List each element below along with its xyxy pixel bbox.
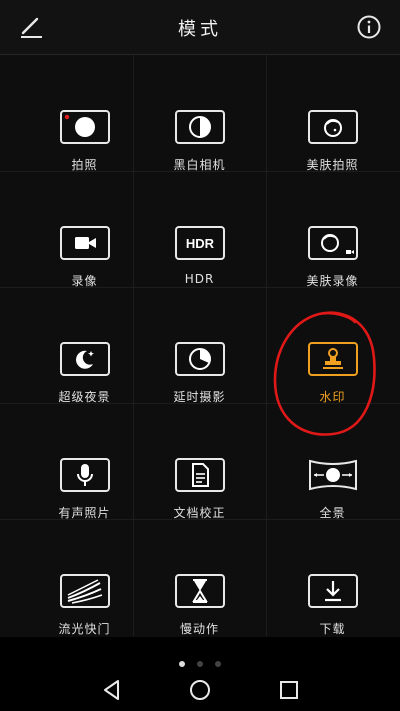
- page-title: 模式: [178, 19, 222, 40]
- mode-label: 下载: [319, 622, 346, 636]
- download-icon: [307, 574, 358, 608]
- audio-photo-icon: [59, 458, 110, 492]
- mode-hdr[interactable]: HDR HDR: [133, 171, 266, 287]
- beauty-video-icon: [307, 226, 358, 260]
- mode-beauty-video[interactable]: 美肤录像: [266, 171, 399, 288]
- svg-text:HDR: HDR: [185, 236, 214, 251]
- video-icon: [59, 226, 110, 260]
- watermark-icon: [307, 342, 358, 376]
- page-dot[interactable]: [179, 661, 185, 667]
- mode-timelapse[interactable]: 延时摄影: [133, 287, 266, 404]
- mode-document[interactable]: 文档校正: [133, 403, 266, 520]
- mode-label: 慢动作: [179, 622, 219, 636]
- page-indicator: [0, 660, 400, 668]
- mode-download[interactable]: 下载: [266, 519, 399, 636]
- document-icon: [174, 458, 225, 492]
- home-icon[interactable]: [186, 676, 214, 704]
- recents-icon[interactable]: [275, 676, 303, 704]
- panorama-icon: [308, 458, 358, 492]
- monochrome-icon: [174, 110, 225, 144]
- navigation-bar: [0, 670, 400, 711]
- light-painting-icon: [59, 574, 110, 608]
- mode-photo[interactable]: 拍照: [18, 55, 151, 172]
- mode-audio-photo[interactable]: 有声照片: [18, 403, 151, 520]
- mode-light-painting[interactable]: 流光快门: [18, 519, 151, 636]
- photo-icon: [59, 110, 110, 144]
- back-icon[interactable]: [98, 676, 126, 704]
- mode-label: HDR: [184, 272, 215, 286]
- night-icon: [59, 342, 110, 376]
- mode-monochrome[interactable]: 黑白相机: [133, 55, 266, 172]
- mode-grid: 拍照 黑白相机 美肤拍照 录像 HDR HDR 美肤录像 超级夜景 延时摄影 水…: [0, 55, 400, 637]
- beauty-photo-icon: [307, 110, 358, 144]
- timelapse-icon: [174, 342, 225, 376]
- mode-slow-motion[interactable]: 慢动作: [133, 519, 266, 636]
- info-icon[interactable]: [356, 14, 382, 40]
- slow-motion-icon: [174, 574, 225, 608]
- mode-label: 流光快门: [58, 622, 111, 636]
- mode-watermark[interactable]: 水印: [266, 287, 399, 404]
- mode-beauty-photo[interactable]: 美肤拍照: [266, 55, 399, 172]
- page-dot[interactable]: [197, 661, 203, 667]
- mode-panorama[interactable]: 全景: [266, 403, 399, 520]
- top-bar: 模式: [0, 0, 400, 55]
- hdr-icon: HDR: [174, 226, 225, 260]
- mode-video[interactable]: 录像: [18, 171, 151, 288]
- page-dot[interactable]: [215, 661, 221, 667]
- mode-night[interactable]: 超级夜景: [18, 287, 151, 404]
